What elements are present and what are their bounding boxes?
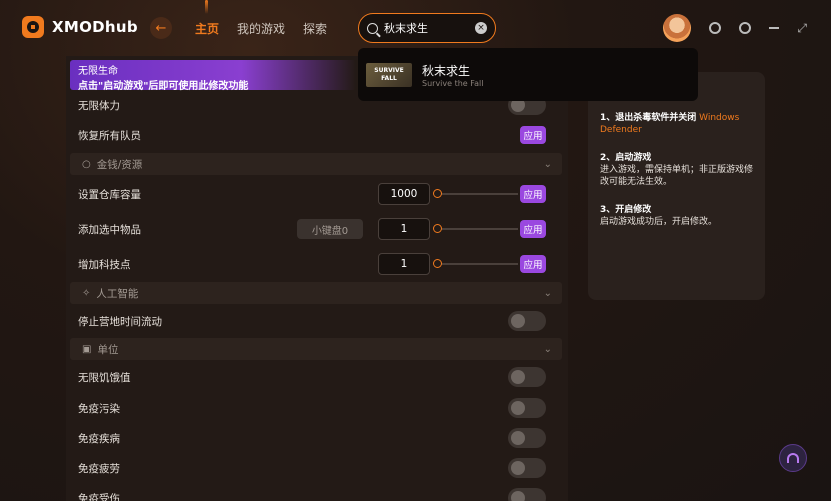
mod-label: 添加选中物品 <box>78 223 141 236</box>
result-subtitle: Survive the Fall <box>422 78 484 88</box>
mod-label: 免疫疾病 <box>78 432 120 445</box>
mod-label: 无限体力 <box>78 99 120 112</box>
section-money-resources[interactable]: ○ 金钱/资源 ⌄ <box>70 153 562 175</box>
mod-row-stop-time: 停止营地时间流动 <box>66 306 562 336</box>
mod-row-add-tech: 增加科技点 1 应用 <box>66 249 562 279</box>
step-heading: 2、启动游戏 <box>600 153 652 163</box>
toggle-switch[interactable] <box>508 458 546 478</box>
minimize-icon[interactable] <box>769 27 780 29</box>
step-description: 进入游戏，需保持单机；非正版游戏修改可能无法生效。 <box>600 165 754 187</box>
hotkey-button[interactable]: 小键盘0 <box>297 219 363 239</box>
maximize-icon[interactable]: ⤢ <box>797 21 807 36</box>
search-input[interactable]: 秋末求生 <box>384 20 469 36</box>
apply-button[interactable]: 应用 <box>520 126 546 144</box>
user-avatar[interactable] <box>663 14 692 42</box>
main-nav: 主页 我的游戏 探索 <box>195 20 327 37</box>
instruction-step-1: 1、退出杀毒软件并关闭 Windows Defender <box>600 112 753 136</box>
step-description: 启动游戏成功后，开启修改。 <box>600 217 718 227</box>
mod-label: 免疫受伤 <box>78 492 120 501</box>
headset-icon <box>787 453 799 463</box>
value-input[interactable]: 1000 <box>378 183 430 205</box>
mod-row-restore-members: 恢复所有队员 应用 <box>66 120 562 150</box>
toggle-switch[interactable] <box>508 398 546 418</box>
thumbnail-line: FALL <box>381 74 397 82</box>
chevron-down-icon: ⌄ <box>543 158 552 170</box>
back-button[interactable]: ← <box>150 17 172 39</box>
mod-row-immune-disease: 免疫疾病 <box>66 423 562 453</box>
value-slider[interactable] <box>433 224 518 233</box>
mod-label: 无限饥饿值 <box>78 371 131 384</box>
apply-button[interactable]: 应用 <box>520 185 546 203</box>
apply-button[interactable]: 应用 <box>520 255 546 273</box>
toggle-switch[interactable] <box>508 311 546 331</box>
mod-label: 免疫污染 <box>78 402 120 415</box>
mod-row-storage: 设置仓库容量 1000 应用 <box>66 179 562 209</box>
slider-handle[interactable] <box>433 224 442 233</box>
section-unit[interactable]: ▣ 单位 ⌄ <box>70 338 562 360</box>
nav-home[interactable]: 主页 <box>195 20 219 37</box>
value-input[interactable]: 1 <box>378 253 430 275</box>
step-heading: 1、退出杀毒软件并关闭 <box>600 113 697 123</box>
clear-search-icon[interactable]: × <box>475 22 487 34</box>
thumbnail-line: SURVIVE <box>374 66 404 74</box>
search-icon <box>367 22 378 34</box>
arrow-left-icon: ← <box>155 20 167 36</box>
search-results-dropdown: SURVIVE FALL 秋末求生 Survive the Fall <box>358 48 698 101</box>
section-title: 单位 <box>97 343 119 356</box>
value-input[interactable]: 1 <box>378 218 430 240</box>
step-heading: 3、开启修改 <box>600 205 652 215</box>
mod-row-immune-pollution: 免疫污染 <box>66 393 562 423</box>
mod-row-no-hunger: 无限饥饿值 <box>66 362 562 392</box>
game-thumbnail[interactable]: SURVIVE FALL <box>366 62 412 87</box>
mod-panel: 无限生命 点击"启动游戏"后即可使用此修改功能 无限体力 恢复所有队员 应用 ○… <box>66 56 568 501</box>
instruction-step-2: 2、启动游戏 进入游戏，需保持单机；非正版游戏修改可能无法生效。 <box>600 152 753 188</box>
slider-handle[interactable] <box>433 189 442 198</box>
app-name: XMODhub <box>52 18 138 36</box>
app-logo[interactable]: XMODhub <box>22 16 138 38</box>
notification-icon[interactable] <box>709 22 722 34</box>
active-tab-indicator <box>205 0 208 14</box>
apply-button[interactable]: 应用 <box>520 220 546 238</box>
ai-nodes-icon: ✧ <box>82 287 91 299</box>
search-box[interactable]: 秋末求生 × <box>358 13 496 43</box>
instruction-step-3: 3、开启修改 启动游戏成功后，开启修改。 <box>600 204 753 228</box>
instructions-panel: 使用说明 1、退出杀毒软件并关闭 Windows Defender 2、启动游戏… <box>588 72 765 300</box>
section-title: 金钱/资源 <box>96 158 143 171</box>
mod-label: 恢复所有队员 <box>78 129 141 142</box>
value-slider[interactable] <box>433 259 518 268</box>
chevron-down-icon: ⌄ <box>543 287 552 299</box>
mod-row-immune-fatigue: 免疫疲劳 <box>66 453 562 483</box>
coin-bag-icon: ○ <box>82 158 91 170</box>
launch-notice-banner: 无限生命 点击"启动游戏"后即可使用此修改功能 <box>70 60 356 92</box>
nav-my-games[interactable]: 我的游戏 <box>237 20 285 37</box>
window-controls: ⤢ <box>663 14 807 42</box>
toggle-switch[interactable] <box>508 428 546 448</box>
search-result-item[interactable]: 秋末求生 Survive the Fall <box>422 62 483 88</box>
chevron-down-icon: ⌄ <box>543 343 552 355</box>
nav-explore[interactable]: 探索 <box>303 20 327 37</box>
support-button[interactable] <box>779 444 807 472</box>
mod-label: 设置仓库容量 <box>78 188 141 201</box>
value-slider[interactable] <box>433 189 518 198</box>
result-title: 秋末求生 <box>422 63 471 78</box>
mod-label: 增加科技点 <box>78 258 131 271</box>
mod-label: 停止营地时间流动 <box>78 315 162 328</box>
section-ai[interactable]: ✧ 人工智能 ⌄ <box>70 282 562 304</box>
unit-frame-icon: ▣ <box>82 343 92 355</box>
slider-handle[interactable] <box>433 259 442 268</box>
section-title: 人工智能 <box>96 287 139 300</box>
mod-row-immune-injury: 免疫受伤 <box>66 483 562 501</box>
mod-label: 免疫疲劳 <box>78 462 120 475</box>
settings-icon[interactable] <box>739 22 752 34</box>
xmod-logo-icon <box>22 16 44 38</box>
mod-row-add-item: 添加选中物品 小键盘0 1 应用 <box>66 214 562 244</box>
toggle-switch[interactable] <box>508 488 546 501</box>
banner-title: 无限生命 <box>78 66 118 77</box>
toggle-switch[interactable] <box>508 367 546 387</box>
